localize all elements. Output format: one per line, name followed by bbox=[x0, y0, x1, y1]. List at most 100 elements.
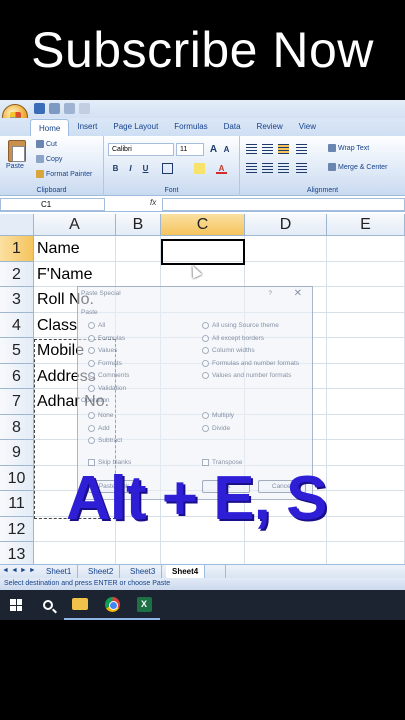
fill-color-icon[interactable] bbox=[194, 163, 205, 174]
tab-review[interactable]: Review bbox=[249, 118, 291, 136]
column-header-a[interactable]: A bbox=[34, 214, 116, 236]
copy-button[interactable]: Copy bbox=[36, 155, 62, 163]
align-center-icon[interactable] bbox=[262, 163, 273, 173]
insert-function-button[interactable]: fx bbox=[150, 198, 156, 207]
cell-e4[interactable] bbox=[327, 312, 405, 338]
cell-d2[interactable] bbox=[245, 261, 327, 287]
wrap-text-button[interactable]: Wrap Text bbox=[328, 144, 369, 152]
start-button[interactable] bbox=[0, 590, 32, 620]
paste-icon[interactable] bbox=[8, 140, 26, 162]
underline-button[interactable]: U bbox=[140, 163, 151, 174]
cell-a1[interactable]: Name bbox=[34, 236, 116, 262]
align-right-icon[interactable] bbox=[278, 163, 289, 173]
row-header-6[interactable]: 6 bbox=[0, 363, 34, 389]
row-header-1[interactable]: 1 bbox=[0, 236, 34, 262]
cell-b1[interactable] bbox=[116, 236, 161, 262]
align-top-icon[interactable] bbox=[246, 144, 257, 154]
tab-view[interactable]: View bbox=[291, 118, 324, 136]
tab-data[interactable]: Data bbox=[216, 118, 249, 136]
tab-formulas[interactable]: Formulas bbox=[166, 118, 215, 136]
tab-insert[interactable]: Insert bbox=[69, 118, 105, 136]
search-button[interactable] bbox=[32, 590, 64, 620]
row-header-10[interactable]: 10 bbox=[0, 465, 34, 491]
operation-radio-1[interactable]: Add bbox=[88, 424, 110, 432]
grow-font-button[interactable]: A bbox=[208, 144, 219, 155]
shrink-font-button[interactable]: A bbox=[221, 144, 232, 155]
operation-alt-radio-0[interactable]: Multiply bbox=[202, 412, 234, 419]
paste-alt-radio-0[interactable]: All using Source theme bbox=[202, 322, 279, 329]
save-icon[interactable] bbox=[34, 103, 45, 114]
paste-radio-2[interactable]: Values bbox=[88, 347, 117, 354]
align-left-icon[interactable] bbox=[246, 163, 257, 173]
borders-icon[interactable] bbox=[162, 163, 173, 174]
row-header-3[interactable]: 3 bbox=[0, 287, 34, 313]
tab-home[interactable]: Home bbox=[30, 119, 70, 137]
formula-input[interactable] bbox=[162, 198, 405, 211]
row-header-5[interactable]: 5 bbox=[0, 338, 34, 364]
cell-b2[interactable] bbox=[116, 261, 161, 287]
operation-radio-2[interactable]: Subtract bbox=[88, 437, 122, 444]
sheet-tab-3[interactable]: Sheet3 bbox=[124, 565, 163, 578]
undo-icon[interactable] bbox=[49, 103, 60, 114]
dialog-help-button[interactable]: ? bbox=[268, 290, 272, 297]
row-header-11[interactable]: 11 bbox=[0, 491, 34, 517]
file-explorer-button[interactable] bbox=[64, 590, 96, 620]
format-painter-button[interactable]: Format Painter bbox=[36, 170, 92, 178]
paste-alt-radio-2[interactable]: Column widths bbox=[202, 347, 255, 354]
paste-alt-radio-1[interactable]: All except borders bbox=[202, 334, 264, 342]
italic-button[interactable]: I bbox=[125, 163, 136, 174]
font-size-select[interactable]: 11 bbox=[176, 143, 204, 156]
operation-alt-radio-1[interactable]: Divide bbox=[202, 424, 230, 432]
column-header-e[interactable]: E bbox=[327, 214, 405, 236]
paste-radio-3[interactable]: Formats bbox=[88, 359, 122, 367]
row-header-7[interactable]: 7 bbox=[0, 389, 34, 415]
paste-alt-radio-4[interactable]: Values and number formats bbox=[202, 372, 291, 379]
cell-c2[interactable] bbox=[161, 261, 245, 287]
column-header-c[interactable]: C bbox=[161, 214, 245, 236]
indent-icon[interactable] bbox=[296, 163, 307, 173]
paste-radio-4[interactable]: Comments bbox=[88, 372, 129, 379]
sheet-tab-2[interactable]: Sheet2 bbox=[82, 565, 121, 578]
select-all-corner[interactable] bbox=[0, 214, 34, 236]
chrome-button[interactable] bbox=[96, 590, 128, 620]
align-middle-icon[interactable] bbox=[262, 144, 273, 154]
dialog-close-button[interactable]: ✕ bbox=[294, 288, 302, 299]
bold-button[interactable]: B bbox=[110, 163, 121, 174]
merge-center-button[interactable]: Merge & Center bbox=[328, 163, 387, 171]
paste-radio-1[interactable]: Formulas bbox=[88, 334, 125, 342]
align-bottom-icon[interactable] bbox=[278, 144, 289, 154]
font-color-icon[interactable]: A bbox=[216, 163, 227, 174]
sheet-tab-1[interactable]: Sheet1 bbox=[40, 565, 79, 578]
cell-e7[interactable] bbox=[327, 389, 405, 415]
row-header-4[interactable]: 4 bbox=[0, 312, 34, 338]
column-header-d[interactable]: D bbox=[245, 214, 327, 236]
paste-button[interactable]: Paste bbox=[6, 163, 24, 170]
excel-taskbar-button[interactable]: X bbox=[128, 590, 160, 620]
row-header-12[interactable]: 12 bbox=[0, 516, 34, 542]
paste-alt-radio-3[interactable]: Formulas and number formats bbox=[202, 359, 299, 367]
print-preview-icon[interactable] bbox=[79, 103, 90, 114]
row-header-9[interactable]: 9 bbox=[0, 440, 34, 466]
cell-e9[interactable] bbox=[327, 440, 405, 466]
insert-sheet-icon[interactable] bbox=[208, 565, 226, 578]
cell-e11[interactable] bbox=[327, 491, 405, 517]
cell-e1[interactable] bbox=[327, 236, 405, 262]
cell-e5[interactable] bbox=[327, 338, 405, 364]
cell-e6[interactable] bbox=[327, 363, 405, 389]
cell-e8[interactable] bbox=[327, 414, 405, 440]
row-header-8[interactable]: 8 bbox=[0, 414, 34, 440]
cell-e3[interactable] bbox=[327, 287, 405, 313]
font-name-select[interactable]: Calibri bbox=[108, 143, 174, 156]
cell-e2[interactable] bbox=[327, 261, 405, 287]
operation-radio-0[interactable]: None bbox=[88, 412, 114, 419]
cell-d1[interactable] bbox=[245, 236, 327, 262]
paste-radio-0[interactable]: All bbox=[88, 322, 105, 329]
redo-icon[interactable] bbox=[64, 103, 75, 114]
name-box[interactable]: C1 bbox=[0, 198, 105, 211]
orientation-icon[interactable] bbox=[296, 144, 307, 154]
tab-page-layout[interactable]: Page Layout bbox=[105, 118, 166, 136]
cut-button[interactable]: Cut bbox=[36, 140, 57, 148]
cell-e10[interactable] bbox=[327, 465, 405, 491]
column-header-b[interactable]: B bbox=[116, 214, 161, 236]
active-cell-c1[interactable] bbox=[161, 239, 245, 265]
